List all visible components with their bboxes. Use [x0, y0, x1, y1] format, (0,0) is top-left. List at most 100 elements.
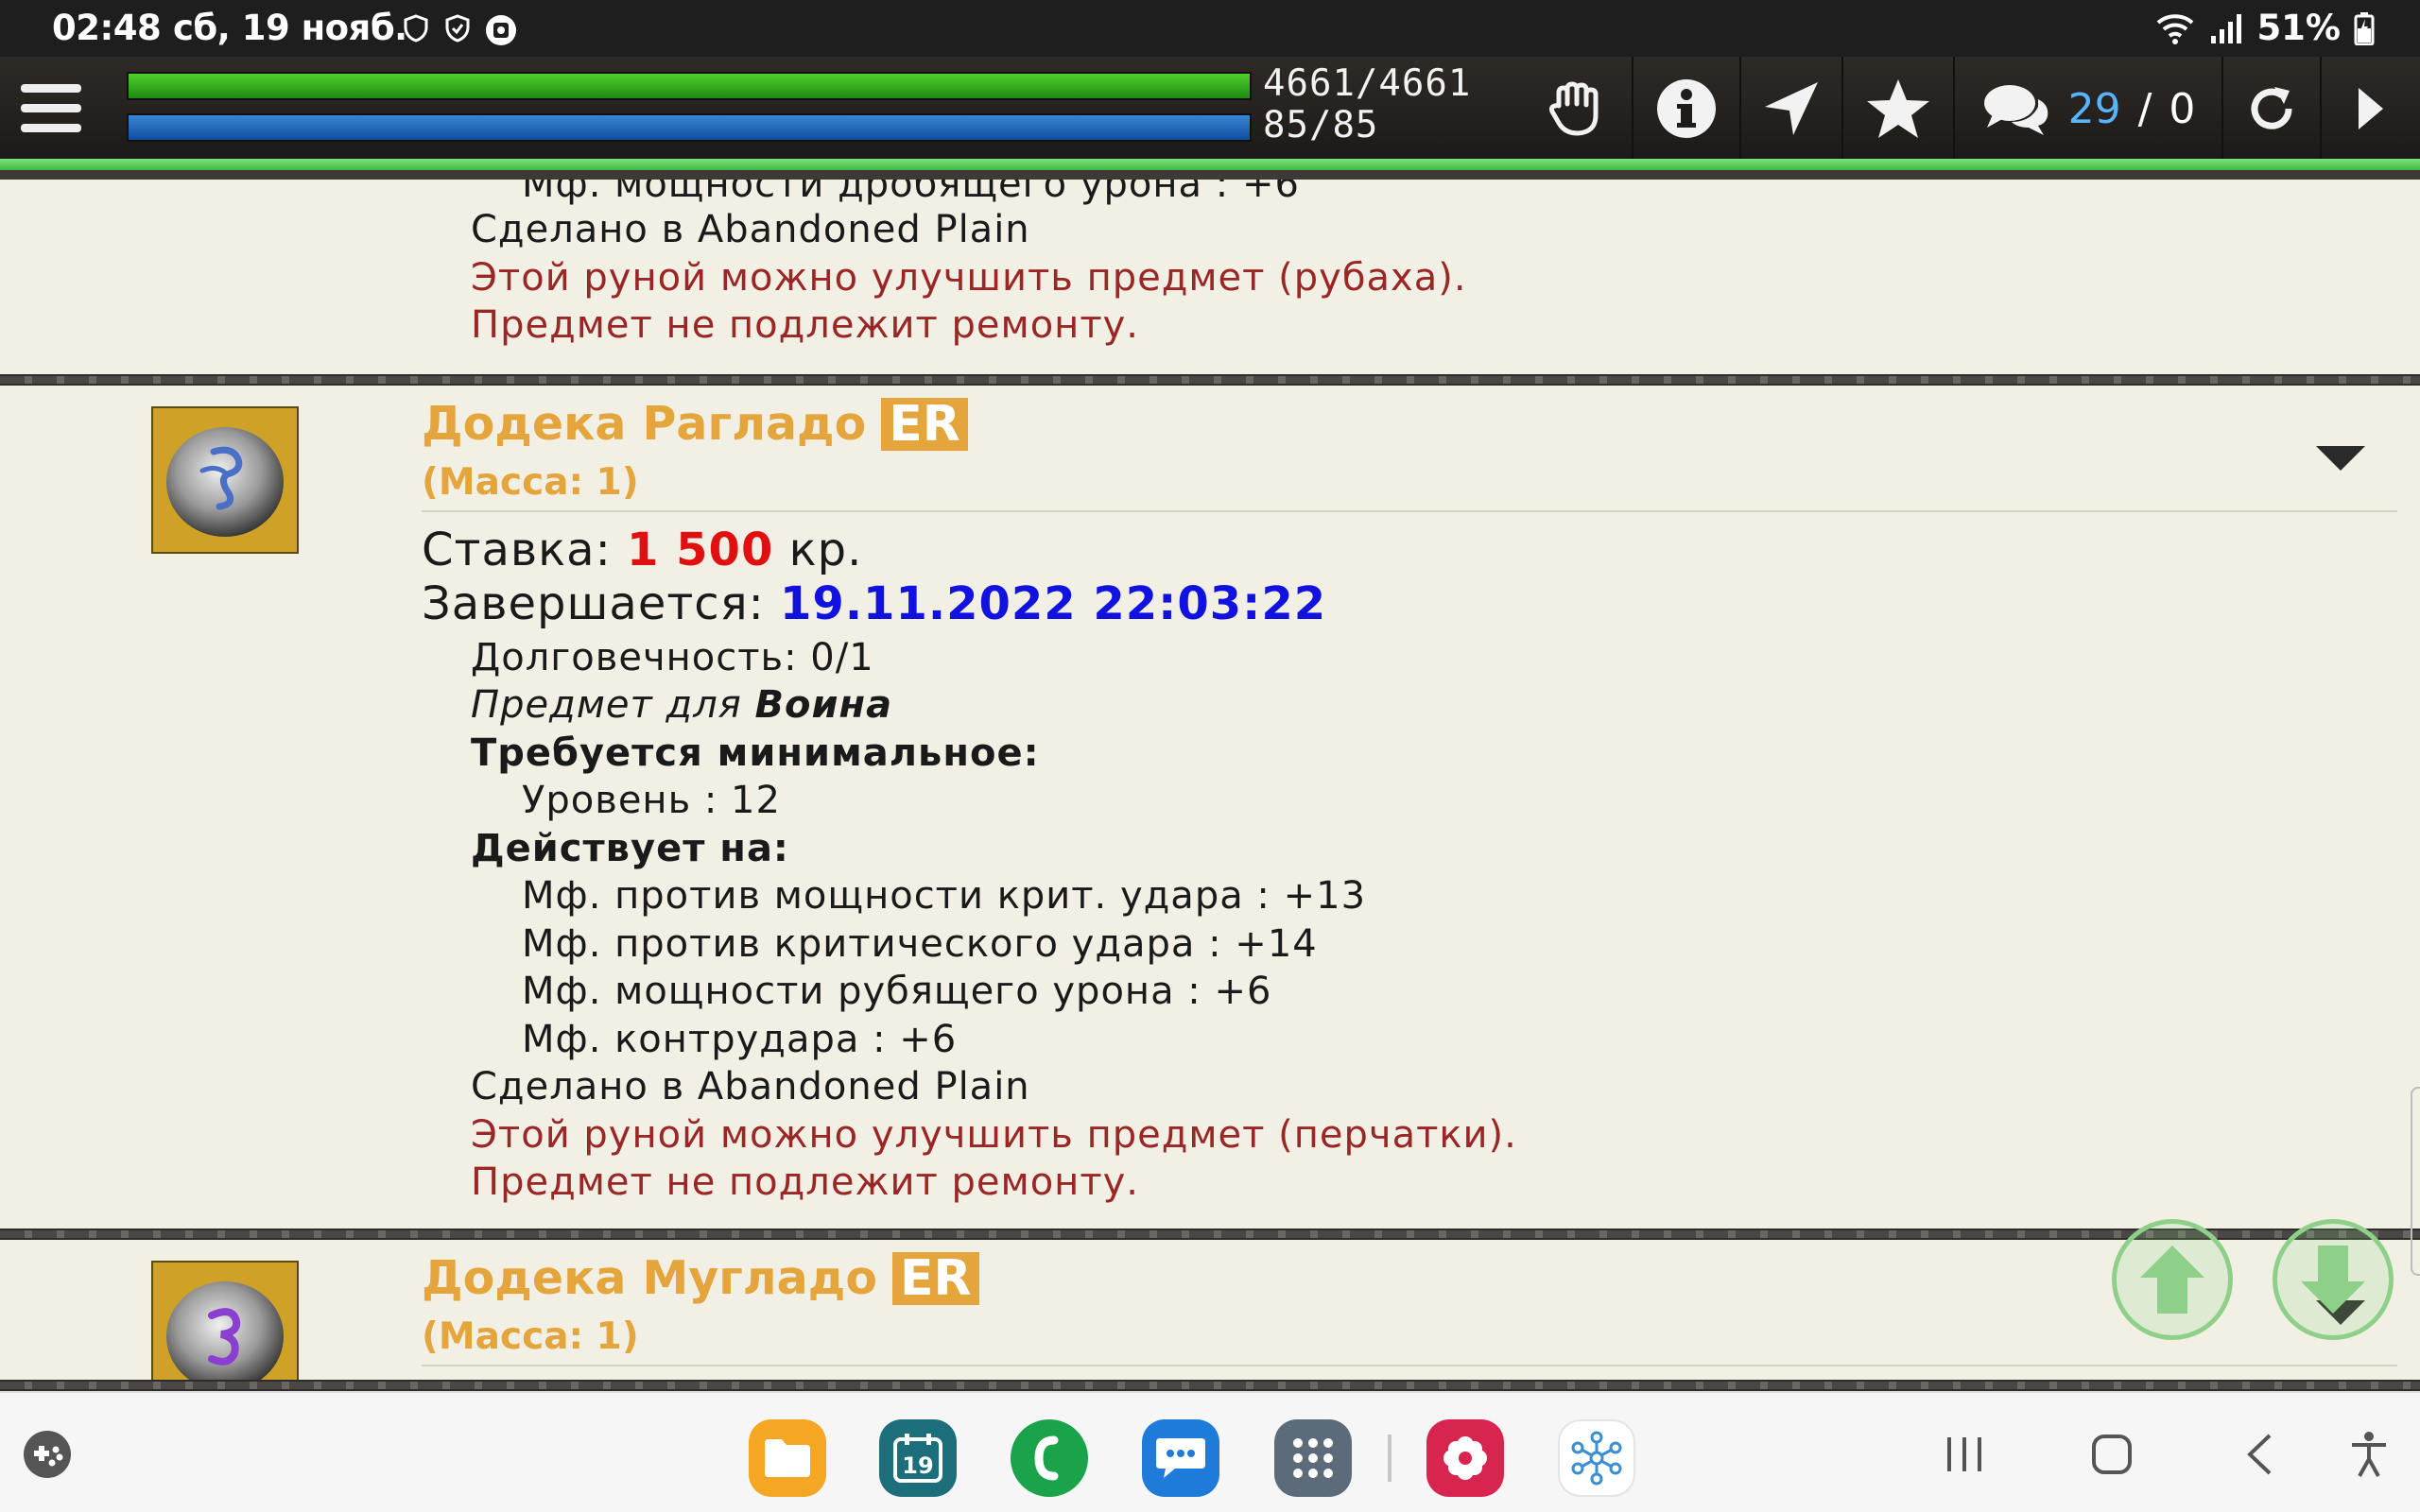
battery-percent: 51%	[2256, 8, 2341, 48]
messages-icon	[1156, 1438, 1205, 1478]
shield-check-icon	[445, 14, 470, 43]
item-separator	[0, 1380, 2420, 1391]
repair-note: Предмет не подлежит ремонту.	[471, 303, 1140, 347]
network-app-button[interactable]	[1558, 1419, 1635, 1497]
info-button[interactable]	[1632, 57, 1739, 161]
messages-button[interactable]: 29 / 0	[1953, 57, 2221, 161]
menu-icon	[21, 84, 81, 132]
er-badge: ER	[881, 397, 968, 451]
app-drawer-icon	[1293, 1438, 1333, 1478]
home-button[interactable]	[2074, 1421, 2150, 1487]
ends-label: Завершается:	[422, 577, 765, 630]
recents-icon	[1947, 1437, 1981, 1471]
phone-icon	[1034, 1435, 1059, 1481]
accessibility-button[interactable]	[2331, 1421, 2407, 1487]
bid-currency: кр.	[788, 524, 863, 576]
messages-app-button[interactable]	[1142, 1419, 1219, 1497]
date: сб, 19 нояб.	[173, 8, 407, 48]
ends-value: 19.11.2022 22:03:22	[780, 577, 1327, 630]
arrow-down-icon	[2301, 1246, 2365, 1314]
flower-icon	[1443, 1436, 1487, 1480]
other-messages-count: 0	[2169, 84, 2196, 133]
hp-text: 4661/4661	[1263, 62, 1472, 105]
item-mass: (Масса: 1)	[422, 1315, 639, 1358]
er-badge: ER	[892, 1251, 979, 1305]
bid-row: Ставка: 1 500 кр.	[422, 524, 862, 576]
play-icon	[2359, 88, 2383, 129]
edge-panel-handle[interactable]	[2411, 1087, 2420, 1276]
clock: 02:48	[52, 8, 162, 48]
rune-upgrade-note: Этой руной можно улучшить предмет (рубах…	[471, 256, 1467, 300]
level-requirement: Уровень : 12	[522, 779, 781, 822]
screen: 02:48 сб, 19 нояб. 51% 4661/4661 85/85 2…	[0, 0, 2420, 1512]
mana-bar	[127, 113, 1252, 142]
item-title[interactable]: Додека Рагладо ER	[422, 397, 968, 451]
phone-app-button[interactable]	[1011, 1419, 1088, 1497]
info-icon	[1657, 79, 1716, 138]
unread-messages-count: 29	[2067, 84, 2121, 133]
effect-line: Мф. против мощности крит. удара : +13	[522, 874, 1367, 918]
back-button[interactable]	[2221, 1421, 2297, 1487]
files-app-button[interactable]	[749, 1419, 826, 1497]
item-name: Додека Мугладо	[422, 1251, 877, 1305]
taskbar-divider	[1388, 1435, 1392, 1482]
rune-upgrade-note: Этой руной можно улучшить предмет (перча…	[471, 1113, 1517, 1157]
shield-icon	[404, 14, 428, 43]
next-button[interactable]	[2320, 57, 2420, 161]
effect-line: Мф. мощности рубящего урона : +6	[522, 970, 1272, 1013]
effect-line: Мф. против критического удара : +14	[522, 922, 1318, 966]
scroll-up-button[interactable]	[2112, 1219, 2233, 1340]
rune-stone-icon	[166, 427, 284, 537]
folder-icon	[765, 1439, 810, 1477]
effects-header: Действует на:	[471, 827, 789, 870]
wifi-icon	[2157, 13, 2194, 44]
item-image[interactable]	[151, 1261, 299, 1391]
favorites-button[interactable]	[1841, 57, 1953, 161]
auction-list[interactable]: Мф. мощности дробящего урона : +6 Сделан…	[0, 180, 2420, 1391]
accessibility-icon	[2352, 1432, 2386, 1477]
navigate-icon	[1765, 82, 1818, 135]
star-icon	[1867, 79, 1929, 138]
messages-counter: 29 / 0	[1981, 80, 2196, 137]
back-icon	[2247, 1434, 2272, 1475]
calendar-app-button[interactable]: 19	[879, 1419, 957, 1497]
chat-icon	[1983, 85, 2048, 135]
signal-icon	[2211, 13, 2242, 43]
item-divider	[422, 1365, 2397, 1366]
messages-separator: /	[2137, 84, 2152, 133]
made-in-text: Сделано в Abandoned Plain	[471, 208, 1030, 251]
game-toolbar: 4661/4661 85/85 29 / 0	[0, 57, 2420, 161]
hp-bar-fill	[129, 74, 1250, 98]
flower-app-button[interactable]	[1426, 1419, 1504, 1497]
refresh-button[interactable]	[2221, 57, 2320, 161]
ends-row: Завершается: 19.11.2022 22:03:22	[422, 577, 1326, 630]
navigate-button[interactable]	[1739, 57, 1841, 161]
arrow-up-icon	[2140, 1246, 2204, 1314]
class-prefix: Предмет для	[471, 683, 742, 727]
item-separator	[0, 374, 2420, 386]
class-name: Воина	[754, 683, 893, 727]
hp-bar	[127, 72, 1252, 100]
item-title[interactable]: Додека Мугладо ER	[422, 1251, 979, 1305]
scroll-down-button[interactable]	[2273, 1219, 2394, 1340]
app-drawer-button[interactable]	[1274, 1419, 1352, 1497]
expand-caret-icon[interactable]	[2316, 446, 2365, 471]
game-launcher-button[interactable]	[9, 1421, 85, 1487]
class-requirement: Предмет для Воина	[471, 683, 892, 727]
requirements-header: Требуется минимальное:	[471, 731, 1040, 775]
toolbar-shadow	[0, 170, 2420, 180]
mana-text: 85/85	[1263, 104, 1379, 146]
calendar-day: 19	[902, 1452, 933, 1479]
item-image[interactable]	[151, 406, 299, 554]
bid-value: 1 500	[627, 524, 774, 576]
inventory-button[interactable]	[1522, 57, 1632, 161]
recents-button[interactable]	[1927, 1421, 2002, 1487]
item-mass: (Масса: 1)	[422, 461, 639, 504]
menu-button[interactable]	[0, 57, 102, 161]
battery-charging-icon	[2354, 11, 2375, 45]
repair-note: Предмет не подлежит ремонту.	[471, 1160, 1140, 1204]
taskbar: 19	[0, 1391, 2420, 1512]
durability-text: Долговечность: 0/1	[471, 636, 874, 679]
mana-bar-fill	[129, 115, 1250, 140]
game-launcher-icon	[24, 1431, 71, 1478]
